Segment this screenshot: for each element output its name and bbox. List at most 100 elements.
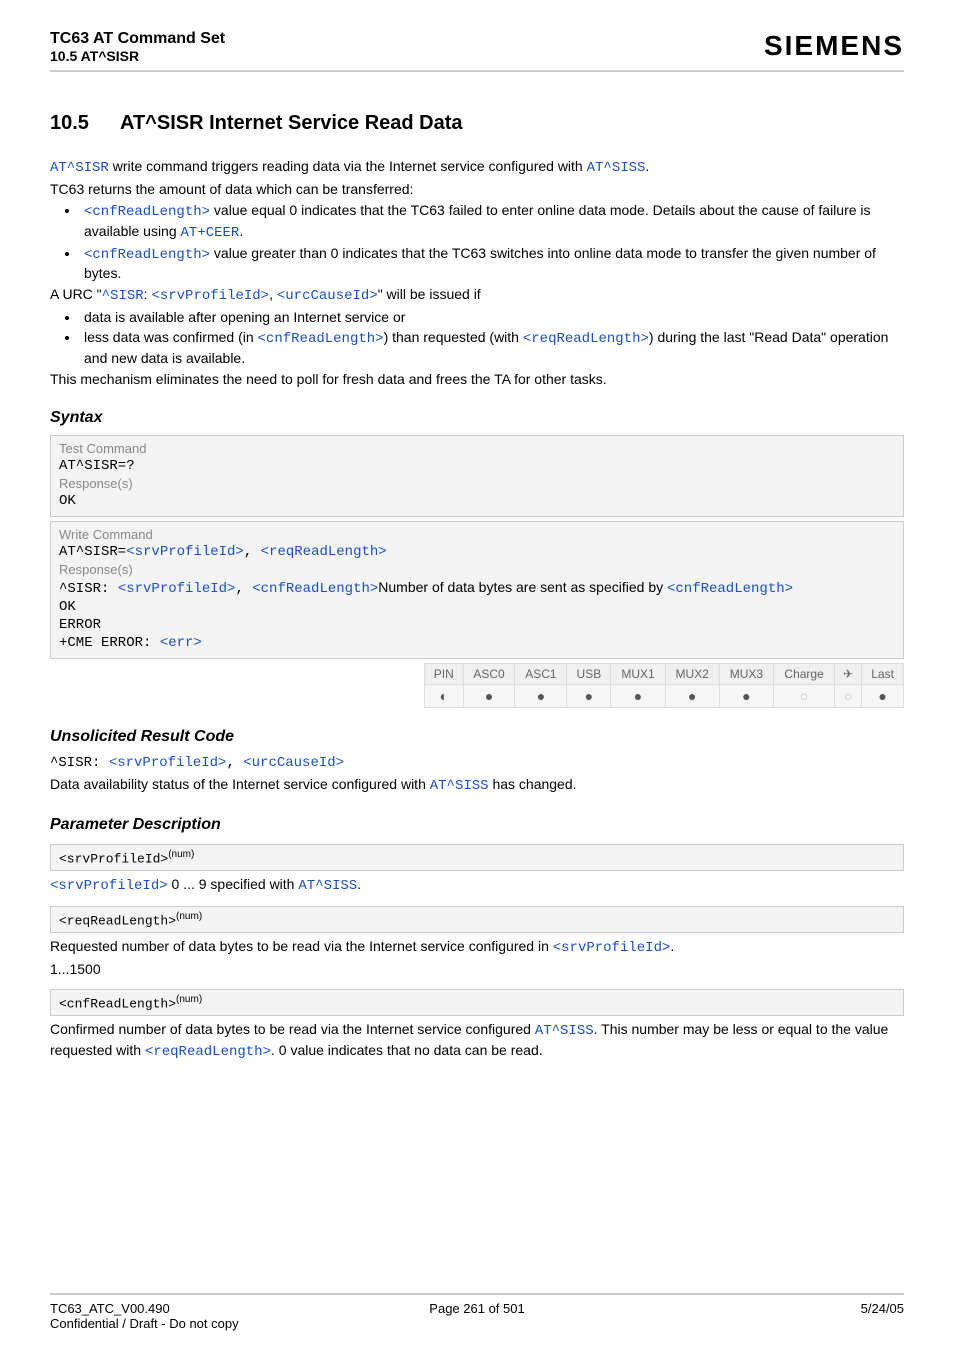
bullet-less-data: less data was confirmed (in <cnfReadLeng… [80,328,904,368]
response-cme-error: +CME ERROR: <err> [59,635,895,651]
link-reqreadlength[interactable]: <reqReadLength> [261,544,387,560]
link-cnfreadlength[interactable]: <cnfReadLength> [84,204,210,220]
write-command: AT^SISR=<srvProfileId>, <reqReadLength> [59,544,895,560]
intro-p1: AT^SISR write command triggers reading d… [50,157,904,178]
link-srvprofileid[interactable]: <srvProfileId> [50,878,168,894]
link-at-siss[interactable]: AT^SISS [298,878,357,894]
caps-col-usb: USB [567,663,611,684]
param-desc-heading: Parameter Description [50,816,904,834]
bullet-data-avail: data is available after opening an Inter… [80,308,904,327]
footer-confidential: Confidential / Draft - Do not copy [50,1316,335,1331]
link-srvprofileid[interactable]: <srvProfileId> [553,940,671,956]
link-srvprofileid[interactable]: <srvProfileId> [151,288,269,304]
param-srvprofileid: <srvProfileId>(num) [50,844,904,871]
intro-p2: TC63 returns the amount of data which ca… [50,180,904,199]
doc-subtitle: 10.5 AT^SISR [50,48,225,64]
caps-mark-pin: ◐ [425,684,464,707]
link-srvprofileid[interactable]: <srvProfileId> [109,755,227,771]
test-command-label: Test Command [59,441,895,456]
bullet-cnf-zero: <cnfReadLength> value equal 0 indicates … [80,201,904,243]
link-at-siss[interactable]: AT^SISS [587,160,646,176]
response-label: Response(s) [59,562,895,577]
empty-dot-icon: ○ [800,688,808,704]
link-cnfreadlength[interactable]: <cnfReadLength> [84,247,210,263]
full-dot-icon: ● [634,688,642,704]
caps-col-mux3: MUX3 [719,663,773,684]
full-dot-icon: ● [688,688,696,704]
section-number: 10.5 [50,112,120,135]
intro-p3: A URC "^SISR: <srvProfileId>, <urcCauseI… [50,285,904,306]
page-header: TC63 AT Command Set 10.5 AT^SISR SIEMENS [50,30,904,72]
caps-col-pin: PIN [425,663,464,684]
full-dot-icon: ● [537,688,545,704]
header-left: TC63 AT Command Set 10.5 AT^SISR [50,30,225,64]
link-at-siss[interactable]: AT^SISS [535,1023,594,1039]
test-command-box: Test Command AT^SISR=? Response(s) OK [50,435,904,517]
link-at-siss[interactable]: AT^SISS [430,778,489,794]
brand-logo: SIEMENS [764,30,904,62]
full-dot-icon: ● [585,688,593,704]
empty-dot-icon: ○ [844,688,852,704]
param-srvprofileid-desc: <srvProfileId> 0 ... 9 specified with AT… [50,875,904,896]
caps-mark-mux3: ● [719,684,773,707]
link-at-sisr[interactable]: AT^SISR [50,160,109,176]
response-sisr: ^SISR: <srvProfileId>, <cnfReadLength>Nu… [59,579,895,597]
param-cnfreadlength: <cnfReadLength>(num) [50,989,904,1016]
write-command-box: Write Command AT^SISR=<srvProfileId>, <r… [50,521,904,659]
param-cnfreadlength-desc: Confirmed number of data bytes to be rea… [50,1020,904,1062]
caps-col-asc1: ASC1 [515,663,567,684]
caps-mark-airplane: ○ [835,684,862,707]
intro-bullets-1: <cnfReadLength> value equal 0 indicates … [50,201,904,284]
link-srvprofileid[interactable]: <srvProfileId> [118,581,236,597]
urc-desc: Data availability status of the Internet… [50,775,904,796]
param-reqreadlength-range: 1...1500 [50,960,904,979]
page-footer: TC63_ATC_V00.490 Confidential / Draft - … [50,1293,904,1331]
caps-mark-mux1: ● [611,684,665,707]
caps-col-mux1: MUX1 [611,663,665,684]
section-heading: 10.5AT^SISR Internet Service Read Data [50,112,904,135]
link-urccauseid[interactable]: <urcCauseId> [277,288,378,304]
footer-right: 5/24/05 [619,1301,904,1331]
full-dot-icon: ● [742,688,750,704]
half-dot-icon: ◐ [440,688,448,704]
link-reqreadlength[interactable]: <reqReadLength> [145,1044,271,1060]
footer-left: TC63_ATC_V00.490 Confidential / Draft - … [50,1301,335,1331]
caps-col-mux2: MUX2 [665,663,719,684]
intro-bullets-2: data is available after opening an Inter… [50,308,904,368]
link-at-ceer[interactable]: AT+CEER [181,225,240,241]
doc-title: TC63 AT Command Set [50,30,225,48]
urc-heading: Unsolicited Result Code [50,728,904,746]
caps-col-asc0: ASC0 [463,663,515,684]
full-dot-icon: ● [878,688,886,704]
full-dot-icon: ● [485,688,493,704]
link-srvprofileid[interactable]: <srvProfileId> [126,544,244,560]
syntax-heading: Syntax [50,409,904,427]
caps-col-airplane: ✈ [835,663,862,684]
caps-mark-asc1: ● [515,684,567,707]
write-command-label: Write Command [59,527,895,542]
link-err[interactable]: <err> [160,635,202,651]
response-label: Response(s) [59,476,895,491]
link-cnfreadlength[interactable]: <cnfReadLength> [258,331,384,347]
urc-line: ^SISR: <srvProfileId>, <urcCauseId> [50,754,904,773]
response-ok: OK [59,599,895,615]
test-command: AT^SISR=? [59,458,895,474]
link-sisr-urc[interactable]: ^SISR [102,288,144,304]
caps-col-last: Last [862,663,904,684]
link-urccauseid[interactable]: <urcCauseId> [243,755,344,771]
bullet-cnf-gt-zero: <cnfReadLength> value greater than 0 ind… [80,244,904,284]
response-ok: OK [59,493,895,509]
caps-mark-usb: ● [567,684,611,707]
footer-center: Page 261 of 501 [335,1301,620,1331]
caps-mark-mux2: ● [665,684,719,707]
caps-mark-charge: ○ [773,684,834,707]
response-error: ERROR [59,617,895,633]
link-cnfreadlength[interactable]: <cnfReadLength> [252,581,378,597]
caps-marks-row: ◐ ● ● ● ● ● ● ○ ○ ● [425,684,904,707]
link-cnfreadlength[interactable]: <cnfReadLength> [667,581,793,597]
intro-p4: This mechanism eliminates the need to po… [50,370,904,389]
param-reqreadlength-desc: Requested number of data bytes to be rea… [50,937,904,958]
link-reqreadlength[interactable]: <reqReadLength> [523,331,649,347]
footer-version: TC63_ATC_V00.490 [50,1301,335,1316]
capabilities-table: PIN ASC0 ASC1 USB MUX1 MUX2 MUX3 Charge … [424,663,904,708]
